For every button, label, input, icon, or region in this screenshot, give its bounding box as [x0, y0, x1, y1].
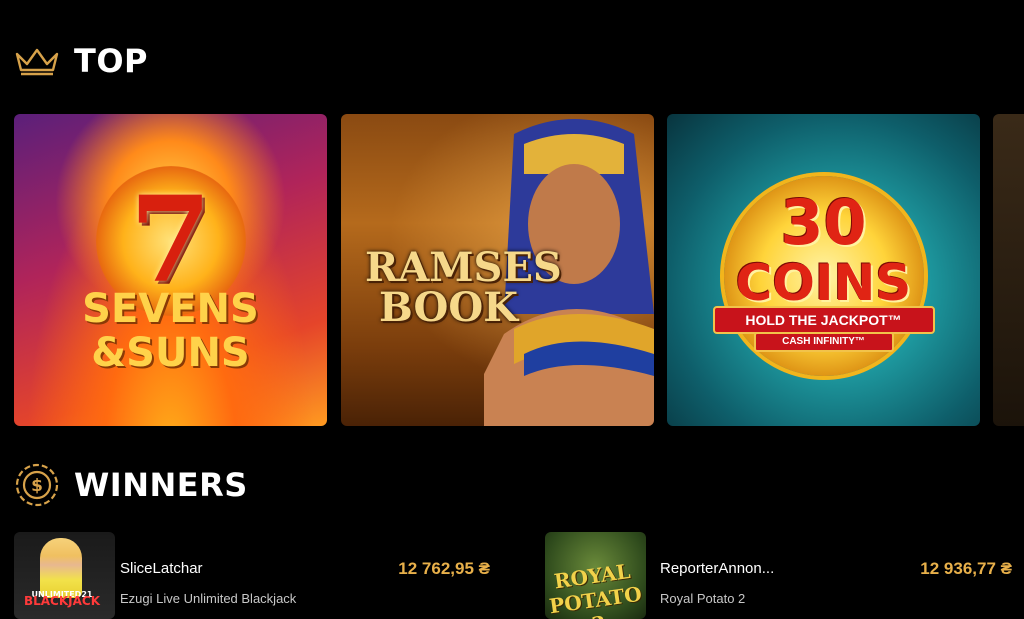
- game-title-line: &SUNS: [91, 330, 250, 376]
- thumb-label: ROYAL POTATO 2: [547, 559, 644, 619]
- winner-row[interactable]: UNLIMITED21 BLACKJACK SliceLatchar Ezugi…: [14, 532, 490, 619]
- game-title-line: COINS: [735, 254, 912, 312]
- winners-section-header: $ WINNERS: [14, 462, 248, 508]
- game-card-ramses-book[interactable]: RAMSES BOOK: [341, 114, 654, 426]
- game-ribbon-sub: CASH INFINITY™: [753, 332, 894, 352]
- game-card-partial[interactable]: [993, 114, 1024, 426]
- game-thumbnail[interactable]: UNLIMITED21 BLACKJACK: [14, 532, 115, 619]
- game-ribbon: HOLD THE JACKPOT™: [712, 306, 935, 334]
- game-title-line: BOOK: [379, 284, 519, 331]
- dealer-image: [40, 538, 82, 598]
- crown-icon: [14, 46, 60, 76]
- winner-game-name[interactable]: Royal Potato 2: [660, 591, 745, 606]
- coin-icon: $: [14, 462, 60, 508]
- game-card-sevens-and-suns[interactable]: 7 SEVENS &SUNS: [14, 114, 327, 426]
- winner-username: SliceLatchar: [120, 560, 203, 577]
- game-card-30-coins[interactable]: 30 COINS HOLD THE JACKPOT™ CASH INFINITY…: [667, 114, 980, 426]
- winner-amount: 12 936,77 ₴: [920, 559, 1012, 578]
- game-title-line: SEVENS: [82, 286, 259, 332]
- svg-text:$: $: [31, 476, 43, 496]
- game-thumbnail[interactable]: ROYAL POTATO 2: [545, 532, 646, 619]
- top-games-carousel[interactable]: 7 SEVENS &SUNS RAMSES BOOK 30 COINS HOLD…: [14, 114, 1024, 426]
- winner-game-name[interactable]: Ezugi Live Unlimited Blackjack: [120, 591, 296, 606]
- top-section-header: TOP: [14, 42, 148, 80]
- thumb-label: BLACKJACK: [23, 594, 101, 608]
- winner-amount: 12 762,95 ₴: [398, 559, 490, 578]
- winner-row[interactable]: ROYAL POTATO 2 ReporterAnnon... Royal Po…: [545, 532, 1024, 619]
- top-title: TOP: [74, 42, 148, 80]
- winners-list: UNLIMITED21 BLACKJACK SliceLatchar Ezugi…: [0, 532, 1024, 619]
- game-title-line: 30: [780, 186, 867, 259]
- winners-title: WINNERS: [74, 466, 248, 504]
- winner-username: ReporterAnnon...: [660, 560, 775, 577]
